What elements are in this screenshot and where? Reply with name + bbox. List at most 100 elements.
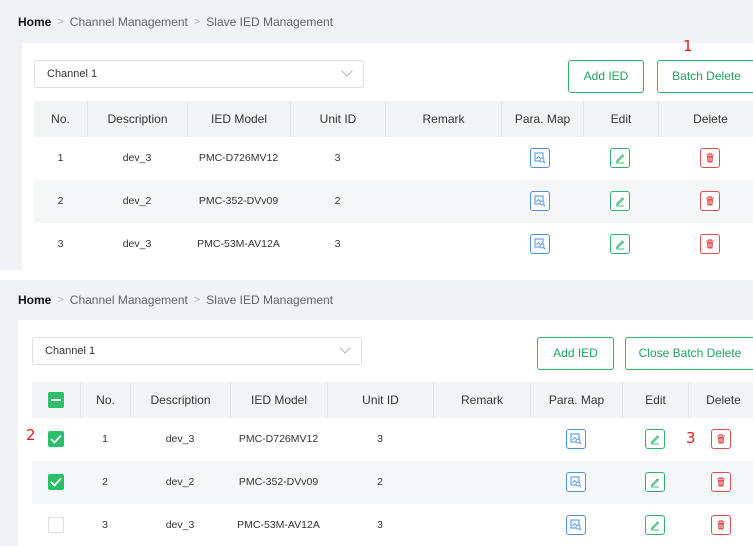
pencil-icon bbox=[616, 154, 625, 164]
close-batch-delete-button[interactable]: Close Batch Delete bbox=[625, 337, 753, 370]
cell-remark bbox=[385, 223, 501, 266]
delete-button[interactable] bbox=[711, 429, 731, 449]
delete-button[interactable] bbox=[711, 472, 731, 492]
channel-select-value: Channel 1 bbox=[45, 345, 96, 357]
row-checkbox[interactable] bbox=[48, 474, 64, 490]
column-header-para-map: Para. Map bbox=[530, 382, 622, 418]
delete-button[interactable] bbox=[711, 515, 731, 535]
pencil-icon bbox=[616, 240, 625, 250]
edit-button[interactable] bbox=[610, 234, 630, 254]
annotation-step-2: 2 bbox=[26, 426, 36, 444]
cell-unit-id: 3 bbox=[334, 238, 341, 250]
cell-ied-model: PMC-53M-AV12A bbox=[237, 519, 320, 531]
table-row: 1 dev_3 PMC-D726MV12 3 bbox=[34, 137, 753, 180]
column-header-no: No. bbox=[80, 382, 130, 418]
delete-button[interactable] bbox=[700, 234, 720, 254]
cell-no: 2 bbox=[102, 476, 108, 488]
channel-select[interactable]: Channel 1 bbox=[32, 337, 362, 365]
delete-button[interactable] bbox=[700, 148, 720, 168]
cell-remark bbox=[433, 504, 530, 546]
para-map-button[interactable] bbox=[530, 148, 550, 168]
breadcrumb-home[interactable]: Home bbox=[18, 293, 51, 307]
para-map-button[interactable] bbox=[566, 472, 586, 492]
breadcrumb: Home > Channel Management > Slave IED Ma… bbox=[18, 15, 333, 29]
cell-unit-id: 2 bbox=[377, 476, 383, 488]
cell-unit-id: 3 bbox=[334, 152, 341, 164]
cell-no: 2 bbox=[57, 195, 64, 207]
pencil-icon bbox=[651, 478, 660, 488]
delete-button[interactable] bbox=[700, 191, 720, 211]
checkmark-icon bbox=[50, 434, 62, 444]
checkmark-icon bbox=[50, 477, 62, 487]
table-row: 2 dev_2 PMC-352-DVv09 2 bbox=[34, 180, 753, 223]
breadcrumb-slave-ied-management: Slave IED Management bbox=[206, 293, 334, 307]
para-map-button[interactable] bbox=[530, 191, 550, 211]
column-header-select bbox=[32, 382, 80, 418]
cell-no: 3 bbox=[57, 238, 64, 250]
add-ied-button[interactable]: Add IED bbox=[568, 60, 644, 93]
slave-ied-panel-batch-delete: Home > Channel Management > Slave IED Ma… bbox=[0, 280, 753, 546]
row-checkbox[interactable] bbox=[48, 431, 64, 447]
column-header-description: Description bbox=[87, 101, 187, 137]
edit-button[interactable] bbox=[610, 148, 630, 168]
column-header-para-map: Para. Map bbox=[501, 101, 583, 137]
cell-description: dev_3 bbox=[165, 519, 195, 531]
channel-select[interactable]: Channel 1 bbox=[34, 60, 364, 88]
table-header: No. Description IED Model Unit ID Remark… bbox=[34, 101, 753, 137]
table-header: No. Description IED Model Unit ID Remark… bbox=[32, 382, 753, 418]
pencil-icon bbox=[651, 435, 660, 445]
column-header-edit: Edit bbox=[622, 382, 688, 418]
column-header-unit-id: Unit ID bbox=[327, 382, 433, 418]
breadcrumb-channel-management[interactable]: Channel Management bbox=[70, 15, 188, 29]
select-all-checkbox[interactable] bbox=[48, 392, 64, 408]
cell-description: dev_2 bbox=[122, 195, 152, 207]
column-header-ied-model: IED Model bbox=[187, 101, 290, 137]
para-map-button[interactable] bbox=[530, 234, 550, 254]
slave-ied-panel-normal: Home > Channel Management > Slave IED Ma… bbox=[0, 0, 753, 270]
trash-icon bbox=[717, 477, 725, 487]
cell-no: 3 bbox=[102, 519, 108, 531]
para-map-button[interactable] bbox=[566, 429, 586, 449]
parameter-map-icon bbox=[534, 152, 546, 164]
cell-ied-model: PMC-D726MV12 bbox=[238, 433, 319, 445]
edit-button[interactable] bbox=[645, 515, 665, 535]
trash-icon bbox=[706, 196, 714, 206]
column-header-no: No. bbox=[51, 112, 70, 126]
cell-ied-model: PMC-D726MV12 bbox=[198, 152, 279, 164]
table-row: 3 dev_3 PMC-53M-AV12A 3 bbox=[32, 504, 753, 546]
edit-button[interactable] bbox=[645, 429, 665, 449]
cell-description: dev_3 bbox=[122, 238, 152, 250]
breadcrumb-separator-icon: > bbox=[193, 16, 201, 28]
add-ied-button[interactable]: Add IED bbox=[537, 337, 614, 370]
edit-button[interactable] bbox=[610, 191, 630, 211]
cell-ied-model: PMC-352-DVv09 bbox=[238, 476, 319, 488]
ied-list-card: Channel 1 Add IED Batch Delete No. Descr… bbox=[22, 43, 753, 270]
column-header-remark: Remark bbox=[385, 101, 501, 137]
chevron-down-icon bbox=[341, 65, 353, 77]
cell-unit-id: 3 bbox=[377, 433, 383, 445]
batch-delete-button[interactable]: Batch Delete bbox=[657, 60, 753, 93]
parameter-map-icon bbox=[570, 476, 582, 488]
annotation-step-3: 3 bbox=[686, 429, 696, 447]
breadcrumb-channel-management[interactable]: Channel Management bbox=[70, 293, 188, 307]
breadcrumb-home[interactable]: Home bbox=[18, 15, 51, 29]
trash-icon bbox=[717, 520, 725, 530]
column-header-edit: Edit bbox=[583, 101, 658, 137]
chevron-down-icon bbox=[339, 342, 351, 354]
breadcrumb-separator-icon: > bbox=[57, 294, 64, 306]
cell-remark bbox=[433, 461, 530, 504]
cell-description: dev_3 bbox=[165, 433, 195, 445]
para-map-button[interactable] bbox=[566, 515, 586, 535]
trash-icon bbox=[706, 239, 714, 249]
row-checkbox[interactable] bbox=[48, 517, 64, 533]
cell-remark bbox=[385, 137, 501, 180]
parameter-map-icon bbox=[534, 238, 546, 250]
edit-button[interactable] bbox=[645, 472, 665, 492]
pencil-icon bbox=[616, 197, 625, 207]
channel-select-value: Channel 1 bbox=[47, 68, 98, 80]
column-header-ied-model: IED Model bbox=[230, 382, 327, 418]
cell-unit-id: 2 bbox=[334, 195, 341, 207]
breadcrumb-separator-icon: > bbox=[57, 16, 64, 28]
cell-no: 1 bbox=[102, 433, 108, 445]
table-row: 3 dev_3 PMC-53M-AV12A 3 bbox=[34, 223, 753, 266]
